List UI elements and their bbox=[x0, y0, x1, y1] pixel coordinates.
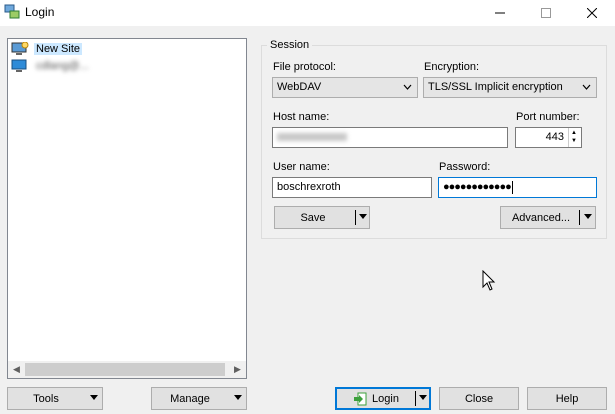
monitor-icon bbox=[11, 59, 27, 72]
port-number-label: Port number: bbox=[516, 111, 580, 123]
host-name-input[interactable] bbox=[272, 127, 508, 148]
scroll-thumb[interactable] bbox=[25, 363, 225, 376]
file-protocol-label: File protocol: bbox=[273, 61, 336, 73]
encryption-select[interactable]: TLS/SSL Implicit encryption bbox=[423, 77, 597, 98]
app-icon bbox=[4, 4, 20, 19]
encryption-value: TLS/SSL Implicit encryption bbox=[428, 81, 563, 93]
dropdown-arrow-icon bbox=[90, 395, 98, 400]
login-label: Login bbox=[372, 392, 399, 405]
split-divider bbox=[579, 210, 580, 225]
encryption-label: Encryption: bbox=[424, 61, 480, 73]
chevron-down-icon bbox=[582, 84, 591, 90]
user-name-input[interactable]: boschrexroth bbox=[272, 177, 432, 198]
spin-up-icon[interactable]: ▲ bbox=[571, 130, 577, 136]
title-bar: Login bbox=[0, 0, 615, 26]
close-button[interactable]: Close bbox=[439, 387, 519, 410]
text-caret bbox=[511, 180, 513, 194]
scroll-left-icon[interactable]: ◀ bbox=[8, 361, 25, 378]
chevron-down-icon bbox=[403, 84, 412, 90]
site-item-label: cdlang@... bbox=[36, 59, 89, 72]
port-number-value: 443 bbox=[545, 131, 564, 143]
password-value: ●●●●●●●●●●●● bbox=[443, 181, 512, 193]
site-item-new-site[interactable]: New Site bbox=[11, 41, 83, 56]
manage-button[interactable]: Manage bbox=[151, 387, 247, 410]
scroll-right-icon[interactable]: ▶ bbox=[229, 361, 246, 378]
user-name-value: boschrexroth bbox=[277, 181, 341, 193]
minimize-icon bbox=[495, 12, 505, 14]
window-title: Login bbox=[25, 5, 55, 19]
save-button[interactable]: Save bbox=[274, 206, 370, 229]
advanced-label: Advanced... bbox=[511, 211, 571, 224]
save-label: Save bbox=[300, 211, 326, 224]
maximize-button[interactable] bbox=[523, 0, 569, 26]
session-legend: Session bbox=[267, 39, 313, 51]
advanced-button[interactable]: Advanced... bbox=[500, 206, 596, 229]
mouse-cursor-icon bbox=[482, 270, 496, 291]
horizontal-scrollbar[interactable]: ◀ ▶ bbox=[8, 361, 246, 378]
tools-label: Tools bbox=[33, 392, 59, 405]
close-label: Close bbox=[464, 392, 494, 405]
login-button[interactable]: Login bbox=[335, 387, 431, 410]
password-label: Password: bbox=[439, 161, 491, 173]
file-protocol-select[interactable]: WebDAV bbox=[272, 77, 418, 98]
port-spinner[interactable]: ▲ ▼ bbox=[568, 128, 581, 147]
help-label: Help bbox=[555, 392, 579, 405]
close-window-button[interactable] bbox=[569, 0, 615, 26]
dropdown-arrow-icon[interactable] bbox=[419, 395, 427, 400]
site-item-label: New Site bbox=[34, 42, 83, 55]
minimize-button[interactable] bbox=[477, 0, 523, 26]
new-site-icon bbox=[11, 41, 29, 55]
dropdown-arrow-icon bbox=[234, 395, 242, 400]
tools-button[interactable]: Tools bbox=[7, 387, 103, 410]
file-protocol-value: WebDAV bbox=[277, 81, 322, 93]
spin-down-icon[interactable]: ▼ bbox=[571, 138, 577, 144]
host-name-label: Host name: bbox=[273, 111, 330, 123]
port-number-input[interactable]: 443 ▲ ▼ bbox=[515, 127, 582, 148]
close-icon bbox=[587, 8, 597, 18]
user-name-label: User name: bbox=[273, 161, 330, 173]
dropdown-arrow-icon[interactable] bbox=[359, 214, 367, 219]
host-name-redacted bbox=[277, 133, 347, 142]
split-divider bbox=[355, 210, 356, 225]
split-divider bbox=[415, 391, 416, 406]
help-button[interactable]: Help bbox=[527, 387, 607, 410]
login-icon bbox=[354, 392, 367, 405]
dropdown-arrow-icon[interactable] bbox=[584, 214, 592, 219]
site-tree[interactable]: New Site cdlang@... ◀ ▶ bbox=[7, 38, 247, 379]
maximize-icon bbox=[541, 8, 551, 18]
site-item-saved[interactable]: cdlang@... bbox=[11, 58, 91, 73]
password-input[interactable]: ●●●●●●●●●●●● bbox=[438, 177, 597, 198]
manage-label: Manage bbox=[170, 392, 210, 405]
